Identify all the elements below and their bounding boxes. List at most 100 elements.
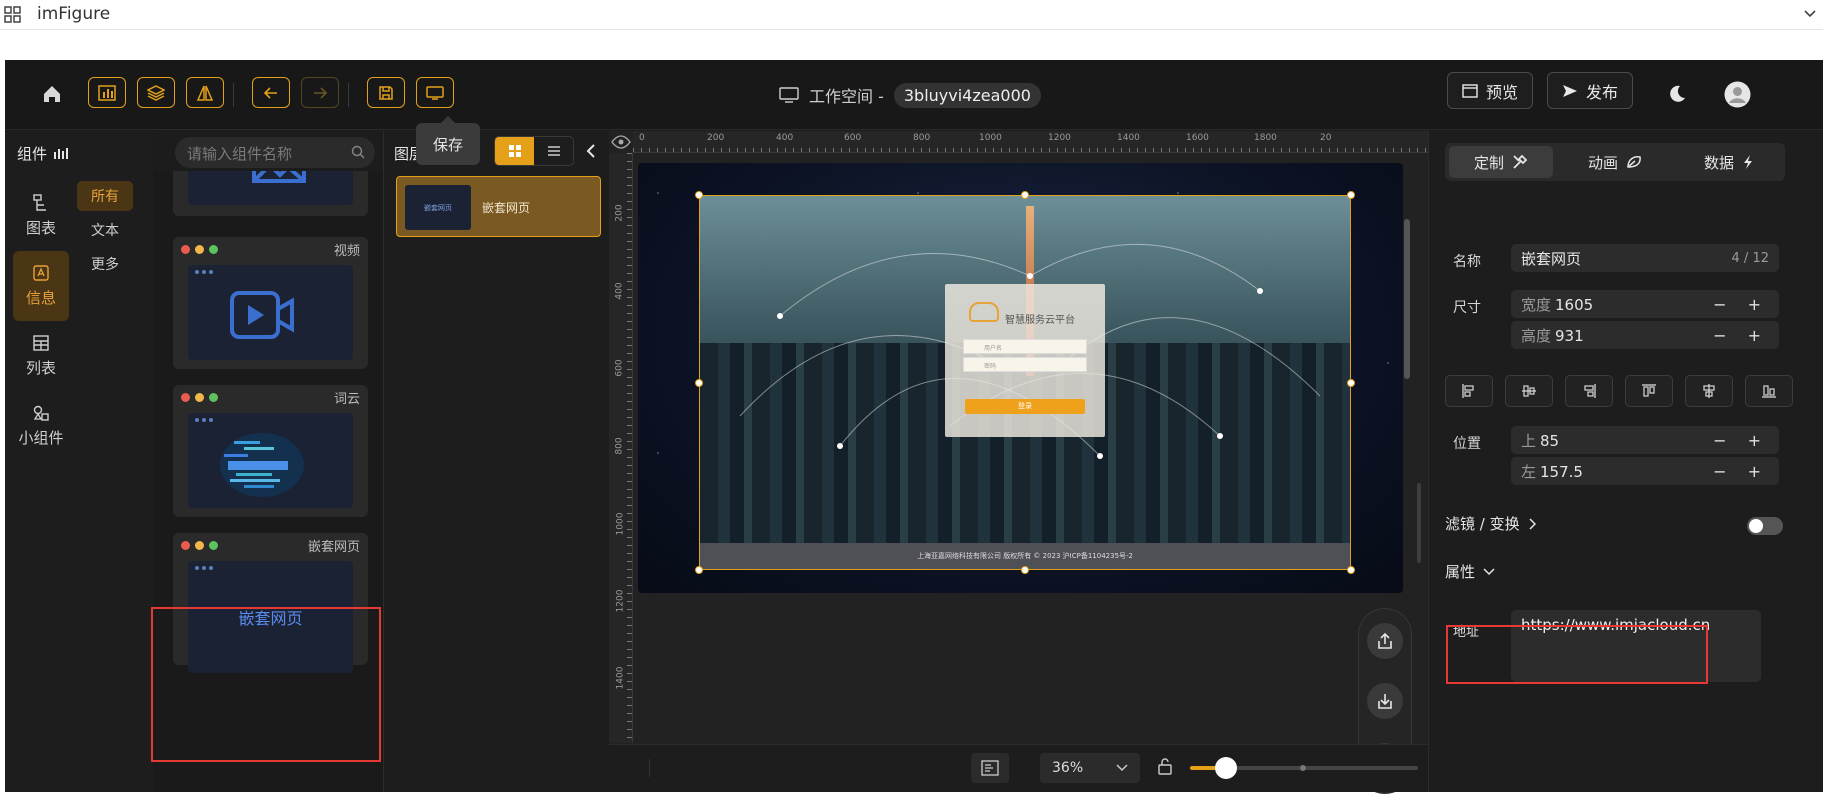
layer-item[interactable]: 嵌套网页 嵌套网页: [396, 176, 601, 237]
redo-button[interactable]: [301, 77, 339, 108]
align-left-button[interactable]: [1445, 375, 1493, 407]
tab-data[interactable]: 数据: [1677, 146, 1781, 178]
align-center-v-button[interactable]: [1685, 375, 1733, 407]
properties-tabs: 定制 动画 数据: [1445, 143, 1785, 181]
minimap-button[interactable]: [971, 753, 1009, 783]
vertical-scrollbar[interactable]: [1404, 219, 1410, 379]
theme-button[interactable]: [186, 77, 224, 108]
nav-item-widgets[interactable]: 小组件: [13, 391, 69, 461]
top-stepper[interactable]: − +: [1713, 431, 1769, 450]
component-search-input[interactable]: 请输入组件名称: [175, 137, 375, 168]
undo-button[interactable]: [252, 77, 290, 108]
align-top-button[interactable]: [1625, 375, 1673, 407]
resize-handle[interactable]: [695, 566, 703, 574]
align-right-icon: [1584, 384, 1596, 398]
component-card[interactable]: [173, 171, 368, 216]
upload-icon: [1378, 632, 1392, 649]
preview-button[interactable]: 预览: [1447, 72, 1534, 109]
eye-icon[interactable]: [611, 135, 631, 149]
align-bottom-button[interactable]: [1745, 375, 1793, 407]
resize-handle[interactable]: [1347, 191, 1355, 199]
height-stepper[interactable]: − +: [1713, 326, 1769, 345]
layer-view-toggle: [494, 136, 574, 166]
canvas-area[interactable]: 0 200 400 600 800 1000 1200 1400 1600 18…: [609, 131, 1428, 794]
width-input[interactable]: 宽度 1605 − +: [1511, 290, 1779, 318]
height-input[interactable]: 高度 931 − +: [1511, 321, 1779, 349]
nav-item-charts[interactable]: 图表: [13, 181, 69, 251]
subnav-text[interactable]: 文本: [77, 215, 133, 245]
top-input[interactable]: 上 85 − +: [1511, 426, 1779, 454]
moon-icon[interactable]: [1667, 84, 1687, 104]
resize-handle[interactable]: [1347, 566, 1355, 574]
left-input[interactable]: 左 157.5 − +: [1511, 457, 1779, 485]
login-card: 智慧服务云平台 用户名 密码 登录: [945, 284, 1105, 437]
bar-chart-icon: [54, 148, 69, 159]
grid-icon: [508, 145, 521, 157]
resize-handle[interactable]: [695, 379, 703, 387]
tab-label: 数据: [1703, 153, 1734, 172]
lock-icon[interactable]: [1158, 757, 1172, 775]
attributes-section-header[interactable]: 属性: [1445, 561, 1495, 582]
component-panel: 组件 请输入组件名称 图表 信息 列表 小组件 所有 文本 更多: [5, 131, 375, 792]
minimap-icon: [981, 760, 999, 776]
screen-button[interactable]: [416, 77, 454, 108]
align-center-h-button[interactable]: [1505, 375, 1553, 407]
attributes-label: 属性: [1445, 563, 1476, 581]
embedded-webpage-frame[interactable]: 智慧服务云平台 用户名 密码 登录 上海亚嘉网络科技有限公司 版权所有 © 20…: [699, 195, 1351, 570]
export-button[interactable]: [1367, 623, 1403, 659]
publish-button[interactable]: 发布: [1547, 72, 1634, 109]
left-stepper[interactable]: − +: [1713, 462, 1769, 481]
tab-animation[interactable]: 动画: [1563, 146, 1667, 178]
chevron-down-icon: [1116, 764, 1128, 772]
top-toolbar: 工作空间 - 3bluyvi4zea000 预览 发布: [5, 60, 1823, 130]
align-top-icon: [1642, 384, 1656, 397]
chart-tree-icon: [33, 194, 46, 211]
chevron-down-icon[interactable]: [1801, 4, 1819, 22]
save-button[interactable]: [367, 77, 405, 108]
align-left-icon: [1462, 384, 1474, 398]
tab-label: 定制: [1473, 153, 1504, 172]
import-button[interactable]: [1367, 683, 1403, 719]
component-card-video[interactable]: 视频: [173, 237, 368, 369]
width-stepper[interactable]: − +: [1713, 295, 1769, 314]
resize-handle[interactable]: [1347, 379, 1355, 387]
grid-view-button[interactable]: [495, 137, 534, 165]
subnav-all[interactable]: 所有: [77, 181, 133, 211]
layers-icon: [147, 84, 165, 101]
filter-toggle[interactable]: [1747, 517, 1783, 535]
login-button: 登录: [965, 399, 1085, 414]
left-value: 157.5: [1540, 462, 1583, 481]
resize-handle[interactable]: [695, 191, 703, 199]
nav-label: 图表: [25, 219, 56, 237]
align-right-button[interactable]: [1565, 375, 1613, 407]
resize-handle[interactable]: [1021, 191, 1029, 199]
lightning-icon: [1744, 155, 1752, 169]
design-stage[interactable]: 智慧服务云平台 用户名 密码 登录 上海亚嘉网络科技有限公司 版权所有 © 20…: [638, 163, 1403, 593]
avatar-icon[interactable]: [1724, 81, 1751, 108]
layer-panel: 图层 嵌套网页 嵌套网页: [383, 131, 609, 792]
layer-label: 嵌套网页: [482, 201, 531, 215]
list-view-button[interactable]: [534, 137, 573, 165]
info-text-icon: [33, 265, 49, 281]
filter-section-header[interactable]: 滤镜 / 变换: [1445, 513, 1536, 534]
image-icon: [252, 171, 306, 183]
zoom-slider-handle[interactable]: [1215, 757, 1238, 779]
name-input[interactable]: 嵌套网页 4 / 12: [1511, 244, 1779, 272]
layers-button[interactable]: [137, 77, 175, 108]
zoom-select[interactable]: 36%: [1040, 753, 1140, 783]
ruler-tick: 800: [913, 133, 931, 143]
save-icon: [379, 85, 393, 100]
chart-button[interactable]: [88, 77, 126, 108]
tab-customize[interactable]: 定制: [1449, 146, 1553, 178]
component-card-wordcloud[interactable]: 词云: [173, 385, 368, 517]
preview-label: 预览: [1486, 82, 1519, 102]
subnav-more[interactable]: 更多: [77, 249, 133, 279]
highlight-box-embed-card: [151, 607, 381, 762]
resize-handle[interactable]: [1021, 566, 1029, 574]
leaf-icon: [1627, 156, 1641, 168]
home-icon[interactable]: [41, 83, 63, 105]
nav-item-list[interactable]: 列表: [13, 321, 69, 391]
nav-item-info[interactable]: 信息: [13, 251, 69, 321]
chevron-left-icon[interactable]: [585, 143, 597, 159]
scroll-indicator[interactable]: [1417, 483, 1421, 563]
